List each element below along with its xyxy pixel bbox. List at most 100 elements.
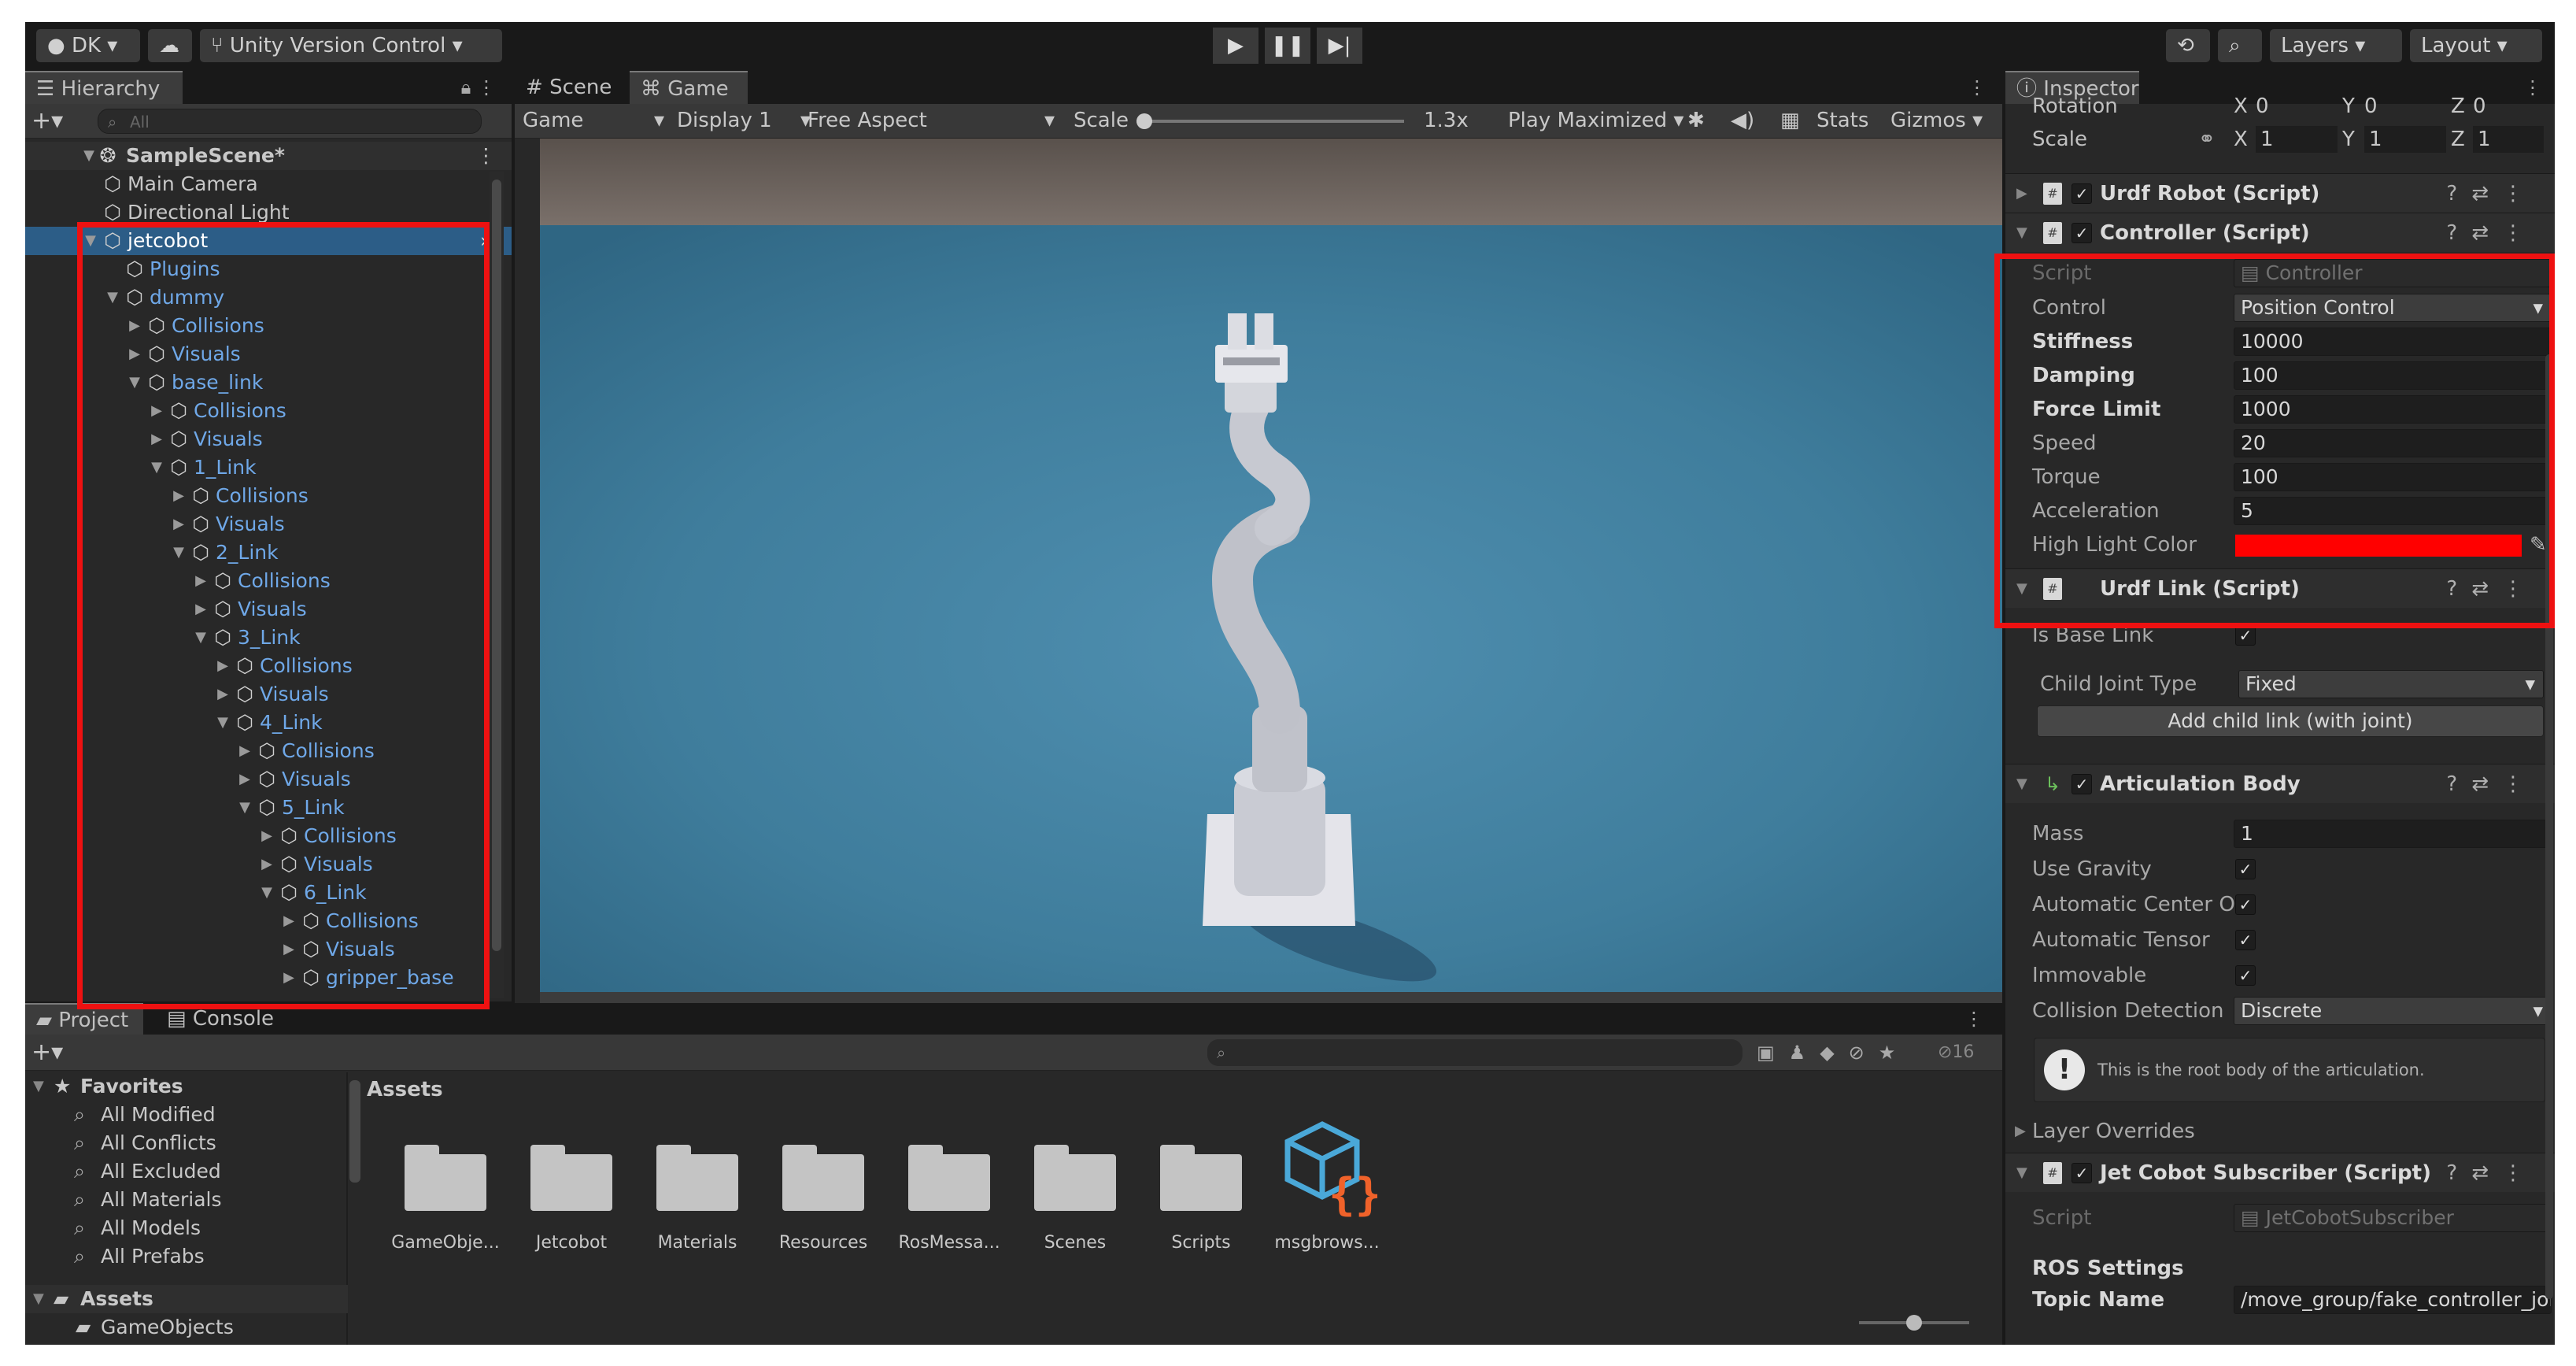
hierarchy-item[interactable]: ⬡ Plugins [25,255,512,283]
chevron-right-icon[interactable]: ▶ [214,680,231,709]
chevron-right-icon[interactable]: ▶ [126,340,143,368]
hierarchy-item-jetcobot[interactable]: ▼ ⬡ jetcobot › [25,227,512,255]
control-dropdown[interactable]: Position Control ▾ [2234,294,2552,322]
chevron-right-icon[interactable]: ▶ [280,907,298,935]
hierarchy-item[interactable]: ▼ ⬡ 3_Link [25,624,512,652]
use-gravity-checkbox[interactable]: ✓ [2235,859,2256,879]
asset-folder[interactable]: GameObje... [383,1137,508,1271]
component-actions-icon[interactable]: ?⇄⋮ [2446,569,2537,609]
component-actions-icon[interactable]: ?⇄⋮ [2446,1153,2537,1193]
tab-hierarchy[interactable]: ☰ Hierarchy [25,71,183,104]
hierarchy-item[interactable]: ▶ ⬡ Visuals [25,425,512,453]
gizmos-dropdown[interactable]: Gizmos ▾ [1890,104,1983,137]
chevron-right-icon[interactable]: ▶ [192,595,209,624]
tab-project[interactable]: ▰ Project [25,1003,143,1035]
more-icon[interactable]: ⋮ [476,142,496,170]
hierarchy-item[interactable]: ▶ ⬡ Collisions [25,312,512,340]
hierarchy-item[interactable]: ▼ ⬡ 5_Link [25,794,512,822]
hierarchy-item[interactable]: ▶ ⬡ Collisions [25,397,512,425]
stats-button[interactable]: Stats [1817,104,1868,137]
assets-root-row[interactable]: ▼ ▰ Assets [25,1285,348,1313]
topic-name-field[interactable]: /move_group/fake_controller_joi [2234,1286,2552,1314]
hierarchy-item[interactable]: ▶ ⬡ gripper_base [25,964,512,992]
hierarchy-item[interactable]: ▼ ⬡ 6_Link [25,879,512,907]
collision-detection-dropdown[interactable]: Discrete ▾ [2234,997,2552,1025]
torque-field[interactable]: 100 [2234,463,2552,491]
add-object-button[interactable]: +▾ [31,104,63,139]
hierarchy-item[interactable]: ▶ ⬡ Visuals [25,850,512,879]
hierarchy-item[interactable]: ▶ ⬡ Visuals [25,765,512,794]
tab-scene[interactable]: # Scene [515,71,626,104]
scale-x-field[interactable]: 1 [2256,126,2338,153]
layer-overrides-row[interactable]: ▶ Layer Overrides [2005,1115,2555,1148]
chevron-right-icon[interactable]: ▶ [170,482,187,510]
favorites-item[interactable]: ⌕ All Conflicts [25,1129,348,1157]
layers-dropdown[interactable]: Layers ▾ [2270,29,2402,62]
asset-folder[interactable]: Scenes [1012,1137,1138,1271]
asset-folder[interactable]: {} msgbrows... [1264,1121,1390,1271]
speed-field[interactable]: 20 [2234,429,2552,457]
chevron-down-icon[interactable]: ▼ [148,453,165,482]
controller-enable-checkbox[interactable]: ✓ [2072,223,2092,243]
favorites-item[interactable]: ⌕ All Excluded [25,1157,348,1186]
favorites-item[interactable]: ⌕ All Prefabs [25,1242,348,1271]
chevron-right-icon[interactable]: ▶ [258,850,275,879]
child-joint-type-dropdown[interactable]: Fixed ▾ [2238,670,2544,698]
icon-size-slider-thumb[interactable] [1906,1315,1922,1331]
add-child-link-button[interactable]: Add child link (with joint) [2037,705,2544,737]
hierarchy-item[interactable]: ▼ ⬡ 1_Link [25,453,512,482]
scale-y-field[interactable]: 1 [2364,126,2446,153]
chevron-right-icon[interactable]: ▶ [192,567,209,595]
component-actions-icon[interactable]: ?⇄⋮ [2446,764,2537,804]
urdf-link-header[interactable]: ▼ # Urdf Link (Script) ?⇄⋮ [2005,568,2555,608]
favorites-header[interactable]: ▼ ★ Favorites [25,1072,348,1101]
asset-folder[interactable]: Resources [760,1137,886,1271]
hierarchy-item[interactable]: ▶ ⬡ Collisions [25,737,512,765]
favorites-item[interactable]: ⌕ All Modified [25,1101,348,1129]
scale-slider[interactable] [1136,113,1404,129]
tab-console[interactable]: ▤ Console [156,1003,290,1035]
subscriber-enable-checkbox[interactable]: ✓ [2072,1163,2092,1183]
asset-folder[interactable]: RosMessa... [886,1137,1012,1271]
rotation-x-field[interactable]: 0 [2256,90,2342,123]
inspector-scrollbar[interactable] [2545,354,2553,1299]
asset-folder[interactable]: Scripts [1138,1137,1264,1271]
chevron-right-icon[interactable]: ▶ [170,510,187,539]
urdf-robot-header[interactable]: ▶ # ✓ Urdf Robot (Script) ?⇄⋮ [2005,173,2555,213]
chevron-right-icon[interactable]: ▶ [236,765,253,794]
project-search-input[interactable]: ⌕ [1207,1039,1743,1066]
create-asset-button[interactable]: +▾ [31,1035,63,1071]
hierarchy-item[interactable]: ▶ ⬡ Visuals [25,340,512,368]
mode-dropdown[interactable]: Game ▾ [523,104,669,137]
favorites-item[interactable]: ⌕ All Materials [25,1186,348,1214]
component-actions-icon[interactable]: ?⇄⋮ [2446,213,2537,253]
subscriber-header[interactable]: ▼ # ✓ Jet Cobot Subscriber (Script) ?⇄⋮ [2005,1153,2555,1192]
chevron-right-icon[interactable]: ▶ [148,425,165,453]
search-icon[interactable]: ⌕ [2218,29,2262,62]
hierarchy-item[interactable]: ▼ ⬡ 2_Link [25,539,512,567]
chevron-down-icon[interactable]: ▼ [82,227,99,255]
chevron-down-icon[interactable]: ▼ [170,539,187,567]
hierarchy-search-input[interactable]: ⌕ All [98,109,482,134]
pause-button[interactable]: ❚❚ [1265,28,1310,64]
play-maximized-dropdown[interactable]: Play Maximized ▾ [1508,104,1684,137]
hierarchy-item[interactable]: ▼ ⬡ base_link [25,368,512,397]
hierarchy-item[interactable]: ▶ ⬡ Collisions [25,907,512,935]
immovable-checkbox[interactable]: ✓ [2235,965,2256,986]
scale-slider-thumb[interactable] [1136,113,1152,129]
chevron-down-icon[interactable]: ▼ [104,283,121,312]
game-render-view[interactable] [540,139,2002,992]
version-control-dropdown[interactable]: ⑂ Unity Version Control ▾ [200,29,502,62]
auto-tensor-checkbox[interactable]: ✓ [2235,930,2256,950]
is-base-link-checkbox[interactable]: ✓ [2235,625,2256,646]
chevron-right-icon[interactable]: › [480,227,488,255]
hidden-packages-count[interactable]: ⊘16 [1938,1035,1974,1071]
chevron-down-icon[interactable]: ▼ [126,368,143,397]
icon-size-slider[interactable] [1859,1315,1969,1331]
chevron-right-icon[interactable]: ▶ [148,397,165,425]
favorites-item[interactable]: ⌕ All Models [25,1214,348,1242]
auto-center-checkbox[interactable]: ✓ [2235,894,2256,915]
hierarchy-scrollbar[interactable] [490,172,504,998]
articulation-enable-checkbox[interactable]: ✓ [2072,774,2092,794]
hierarchy-item[interactable]: ▶ ⬡ Collisions [25,822,512,850]
